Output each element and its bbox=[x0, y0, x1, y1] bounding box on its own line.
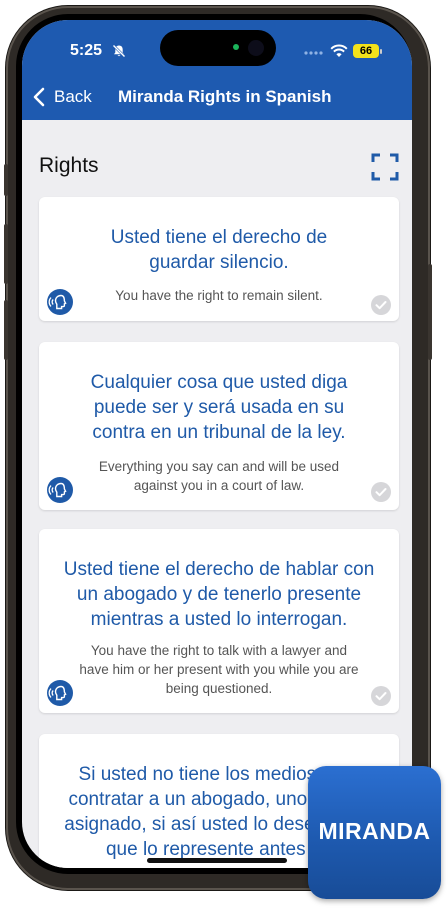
home-indicator bbox=[147, 858, 287, 863]
side-button-action bbox=[4, 164, 8, 196]
side-button-volume-up bbox=[4, 224, 8, 284]
right-card-3[interactable]: Usted tiene el derecho de hablar con un … bbox=[39, 529, 399, 713]
camera-indicator-dot bbox=[233, 44, 239, 50]
header: 5:25 66 Back Miranda Rights in Spanish bbox=[22, 20, 412, 120]
checkmark-circle-icon[interactable] bbox=[371, 295, 391, 315]
bell-muted-icon bbox=[112, 44, 126, 58]
phone-screen: 5:25 66 Back Miranda Rights in Spanish R… bbox=[22, 20, 412, 868]
right-spanish-text: Cualquier cosa que usted diga puede ser … bbox=[90, 372, 348, 443]
back-label: Back bbox=[54, 87, 92, 106]
right-english-text: Everything you say can and will be used … bbox=[98, 459, 340, 493]
battery-level: 66 bbox=[353, 44, 379, 58]
right-spanish-text: Usted tiene el derecho de guardar silenc… bbox=[110, 227, 328, 273]
right-english-text: You have the right to talk with a lawyer… bbox=[79, 643, 359, 696]
badge-label: MIRANDA bbox=[318, 818, 431, 844]
front-camera bbox=[248, 40, 264, 56]
wifi-icon bbox=[330, 44, 348, 57]
cellular-signal-icon bbox=[304, 51, 323, 55]
right-english-text: You have the right to remain silent. bbox=[115, 288, 323, 303]
battery-nub bbox=[380, 49, 382, 54]
back-button[interactable]: Back bbox=[32, 84, 92, 110]
side-button-power bbox=[428, 264, 432, 360]
miranda-app-badge: MIRANDA bbox=[308, 766, 441, 899]
speaking-head-audio-icon[interactable] bbox=[47, 477, 73, 503]
checkmark-circle-icon[interactable] bbox=[371, 482, 391, 502]
expand-fullscreen-icon[interactable] bbox=[370, 152, 400, 182]
right-spanish-text: Usted tiene el derecho de hablar con un … bbox=[63, 559, 375, 630]
rights-content[interactable]: Rights Usted tiene el derecho de guardar… bbox=[22, 120, 412, 868]
chevron-left-icon bbox=[33, 87, 45, 107]
right-card-1[interactable]: Usted tiene el derecho de guardar silenc… bbox=[39, 197, 399, 321]
right-card-2[interactable]: Cualquier cosa que usted diga puede ser … bbox=[39, 342, 399, 510]
app-store-screenshot: 5:25 66 Back Miranda Rights in Spanish R… bbox=[0, 0, 448, 908]
dynamic-island bbox=[160, 30, 276, 66]
checkmark-circle-icon[interactable] bbox=[371, 686, 391, 706]
side-button-volume-down bbox=[4, 300, 8, 360]
status-time: 5:25 bbox=[70, 42, 103, 59]
nav-title: Miranda Rights in Spanish bbox=[118, 87, 332, 106]
section-title: Rights bbox=[39, 154, 99, 177]
speaking-head-audio-icon[interactable] bbox=[47, 680, 73, 706]
speaking-head-audio-icon[interactable] bbox=[47, 289, 73, 315]
